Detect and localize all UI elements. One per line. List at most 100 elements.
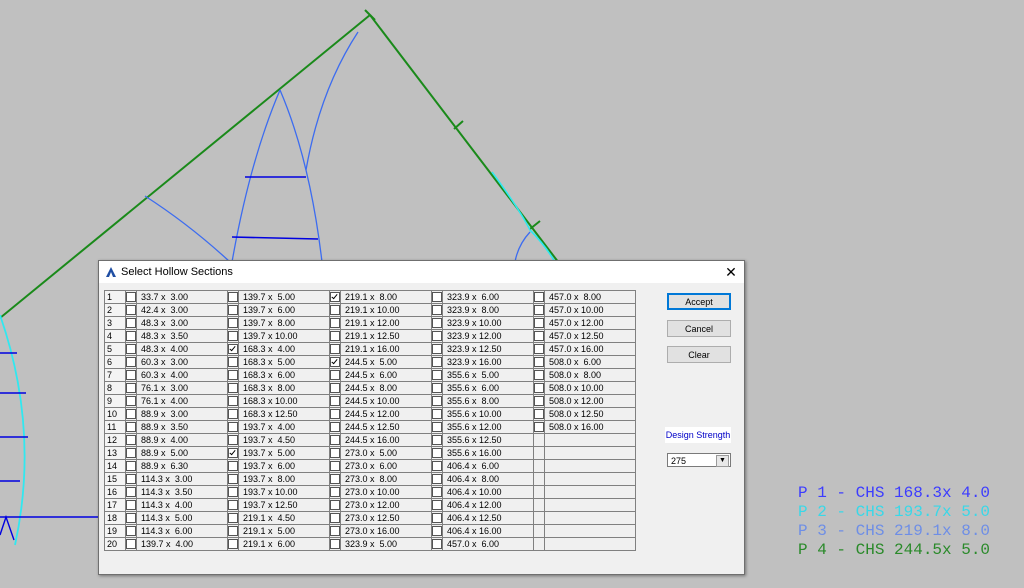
section-checkbox[interactable] bbox=[126, 396, 136, 407]
checkbox-cell[interactable] bbox=[329, 355, 341, 369]
section-checkbox[interactable] bbox=[228, 435, 238, 446]
accept-button[interactable]: Accept bbox=[667, 293, 731, 310]
section-checkbox[interactable] bbox=[126, 435, 136, 446]
checkbox-cell[interactable] bbox=[125, 355, 137, 369]
checkbox-cell[interactable] bbox=[125, 303, 137, 317]
checkbox-cell[interactable] bbox=[431, 485, 443, 499]
checkbox-cell[interactable] bbox=[431, 524, 443, 538]
section-checkbox[interactable] bbox=[330, 513, 340, 524]
section-checkbox[interactable] bbox=[432, 344, 442, 355]
section-checkbox[interactable] bbox=[126, 318, 136, 329]
checkbox-cell[interactable] bbox=[431, 433, 443, 447]
section-checkbox[interactable] bbox=[228, 383, 238, 394]
checkbox-cell[interactable] bbox=[125, 420, 137, 434]
section-checkbox[interactable] bbox=[432, 331, 442, 342]
checkbox-cell[interactable] bbox=[533, 381, 545, 395]
section-checkbox[interactable] bbox=[228, 539, 238, 550]
checkbox-cell[interactable] bbox=[533, 407, 545, 421]
checkbox-cell[interactable] bbox=[125, 524, 137, 538]
checkbox-cell[interactable] bbox=[125, 407, 137, 421]
section-checkbox[interactable] bbox=[126, 513, 136, 524]
section-checkbox[interactable] bbox=[330, 435, 340, 446]
section-checkbox[interactable] bbox=[330, 500, 340, 511]
checkbox-cell[interactable] bbox=[329, 394, 341, 408]
checkbox-cell[interactable] bbox=[125, 290, 137, 304]
checkbox-cell[interactable] bbox=[125, 316, 137, 330]
checkbox-cell[interactable] bbox=[431, 394, 443, 408]
section-checkbox[interactable] bbox=[330, 318, 340, 329]
section-checkbox[interactable] bbox=[330, 331, 340, 342]
checkbox-cell[interactable] bbox=[329, 537, 341, 551]
section-checkbox[interactable] bbox=[228, 331, 238, 342]
checkbox-cell[interactable] bbox=[125, 368, 137, 382]
section-checkbox[interactable] bbox=[126, 539, 136, 550]
section-checkbox[interactable] bbox=[330, 409, 340, 420]
section-checkbox[interactable] bbox=[432, 513, 442, 524]
section-checkbox[interactable] bbox=[228, 318, 238, 329]
close-icon[interactable]: ✕ bbox=[722, 263, 740, 281]
section-checkbox[interactable] bbox=[126, 500, 136, 511]
design-strength-select[interactable]: 275 ▼ bbox=[667, 453, 731, 467]
section-checkbox[interactable] bbox=[126, 448, 136, 459]
checkbox-cell[interactable] bbox=[125, 459, 137, 473]
section-checkbox[interactable] bbox=[534, 422, 544, 433]
checkbox-cell[interactable] bbox=[431, 368, 443, 382]
checkbox-cell[interactable] bbox=[329, 368, 341, 382]
section-checkbox[interactable] bbox=[126, 331, 136, 342]
checkbox-cell[interactable] bbox=[431, 303, 443, 317]
section-checkbox[interactable] bbox=[432, 500, 442, 511]
section-checkbox[interactable] bbox=[330, 461, 340, 472]
section-checkbox[interactable] bbox=[534, 370, 544, 381]
checkbox-cell[interactable] bbox=[533, 368, 545, 382]
checkbox-cell[interactable] bbox=[227, 316, 239, 330]
checkbox-cell[interactable] bbox=[227, 446, 239, 460]
section-checkbox[interactable] bbox=[330, 422, 340, 433]
checkbox-cell[interactable] bbox=[431, 342, 443, 356]
section-checkbox[interactable] bbox=[228, 370, 238, 381]
section-checkbox[interactable] bbox=[330, 370, 340, 381]
section-checkbox[interactable] bbox=[330, 305, 340, 316]
checkbox-cell[interactable] bbox=[329, 485, 341, 499]
section-checkbox[interactable] bbox=[330, 383, 340, 394]
clear-button[interactable]: Clear bbox=[667, 346, 731, 363]
section-checkbox[interactable] bbox=[126, 344, 136, 355]
checkbox-cell[interactable] bbox=[329, 290, 341, 304]
checkbox-cell[interactable] bbox=[329, 420, 341, 434]
section-checkbox[interactable] bbox=[228, 292, 238, 303]
checkbox-cell[interactable] bbox=[533, 329, 545, 343]
section-checkbox[interactable] bbox=[432, 370, 442, 381]
checkbox-cell[interactable] bbox=[329, 342, 341, 356]
section-checkbox[interactable] bbox=[534, 409, 544, 420]
section-checkbox[interactable] bbox=[228, 305, 238, 316]
checkbox-cell[interactable] bbox=[533, 316, 545, 330]
section-checkbox[interactable] bbox=[432, 461, 442, 472]
checkbox-cell[interactable] bbox=[431, 355, 443, 369]
checkbox-cell[interactable] bbox=[329, 407, 341, 421]
section-checkbox[interactable] bbox=[228, 526, 238, 537]
section-checkbox[interactable] bbox=[330, 396, 340, 407]
checkbox-cell[interactable] bbox=[329, 446, 341, 460]
checkbox-cell[interactable] bbox=[533, 420, 545, 434]
checkbox-cell[interactable] bbox=[329, 303, 341, 317]
checkbox-cell[interactable] bbox=[431, 459, 443, 473]
checkbox-cell[interactable] bbox=[227, 368, 239, 382]
section-checkbox[interactable] bbox=[228, 448, 238, 459]
checkbox-cell[interactable] bbox=[227, 303, 239, 317]
checkbox-cell[interactable] bbox=[125, 342, 137, 356]
checkbox-cell[interactable] bbox=[329, 472, 341, 486]
section-checkbox[interactable] bbox=[330, 474, 340, 485]
checkbox-cell[interactable] bbox=[227, 485, 239, 499]
section-checkbox[interactable] bbox=[126, 305, 136, 316]
section-checkbox[interactable] bbox=[534, 305, 544, 316]
section-checkbox[interactable] bbox=[228, 344, 238, 355]
checkbox-cell[interactable] bbox=[431, 381, 443, 395]
section-checkbox[interactable] bbox=[534, 292, 544, 303]
checkbox-cell[interactable] bbox=[533, 355, 545, 369]
cancel-button[interactable]: Cancel bbox=[667, 320, 731, 337]
checkbox-cell[interactable] bbox=[227, 472, 239, 486]
section-checkbox[interactable] bbox=[126, 461, 136, 472]
checkbox-cell[interactable] bbox=[125, 511, 137, 525]
section-checkbox[interactable] bbox=[126, 526, 136, 537]
section-checkbox[interactable] bbox=[126, 409, 136, 420]
checkbox-cell[interactable] bbox=[431, 446, 443, 460]
